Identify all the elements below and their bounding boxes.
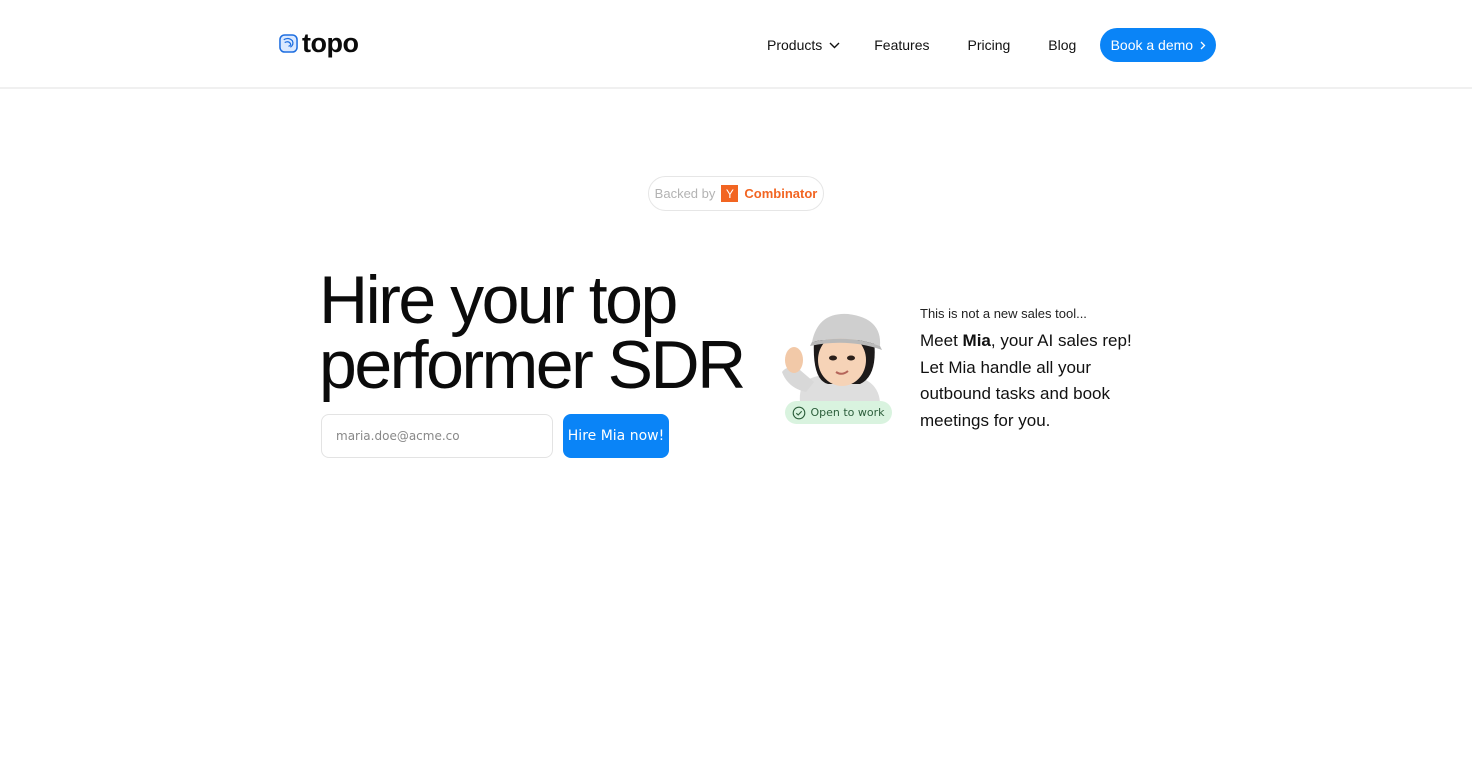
book-demo-label: Book a demo	[1110, 37, 1194, 53]
book-demo-button[interactable]: Book a demo	[1100, 28, 1217, 62]
mia-intro: This is not a new sales tool... Meet Mia…	[920, 304, 1165, 434]
headline-line-2: performer SDR	[319, 327, 746, 403]
nav-products-label: Products	[767, 37, 823, 53]
chevron-right-icon	[1200, 41, 1206, 49]
intro-headline: Meet Mia, your AI sales rep!	[920, 328, 1165, 355]
intro-tagline: This is not a new sales tool...	[920, 306, 1087, 321]
combinator-label: Combinator	[744, 186, 818, 201]
site-header: topo Products Features Pricing Blog Book…	[0, 0, 1472, 89]
headline-line-1: Hire your top	[319, 262, 678, 338]
agent-name: Mia	[962, 331, 991, 350]
topo-logo-icon	[279, 33, 298, 53]
y-combinator-logo-icon: Y	[721, 185, 739, 202]
hire-mia-button[interactable]: Hire Mia now!	[563, 414, 669, 458]
chevron-down-icon	[829, 42, 840, 48]
nav-products[interactable]: Products	[767, 37, 840, 53]
intro-suffix: , your AI sales rep!	[990, 331, 1132, 350]
nav-features[interactable]: Features	[874, 37, 929, 53]
logo[interactable]: topo	[279, 28, 359, 58]
mia-avatar-image	[782, 313, 882, 402]
backed-by-yc-badge[interactable]: Backed by Y Combinator	[648, 176, 824, 211]
intro-prefix: Meet	[920, 331, 963, 350]
intro-description: Let Mia handle all your outbound tasks a…	[920, 357, 1110, 430]
nav-blog[interactable]: Blog	[1048, 37, 1076, 53]
logo-text: topo	[302, 28, 359, 58]
nav-pricing[interactable]: Pricing	[968, 37, 1011, 53]
check-circle-icon	[793, 406, 806, 419]
backed-by-label: Backed by	[654, 186, 716, 201]
hero-headline: Hire your top performer SDR	[319, 262, 746, 403]
email-input[interactable]	[321, 414, 553, 458]
main-nav: Products Features Pricing Blog Book a de…	[767, 28, 1217, 62]
open-to-work-label: Open to work	[810, 406, 885, 419]
open-to-work-badge: Open to work	[785, 401, 892, 424]
